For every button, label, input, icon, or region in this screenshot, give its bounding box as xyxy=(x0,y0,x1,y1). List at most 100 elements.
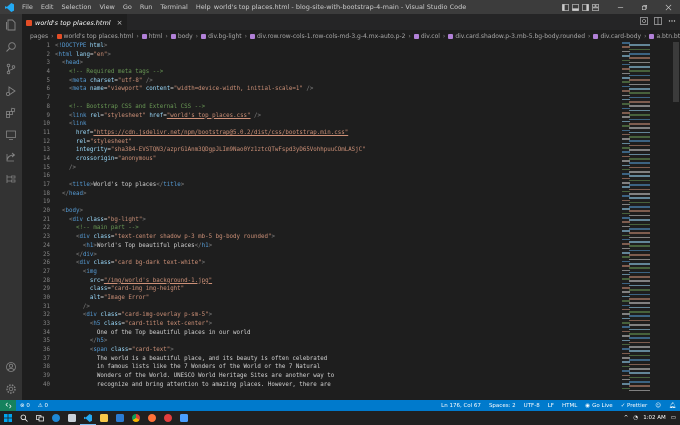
scrollbar-thumb[interactable] xyxy=(673,42,679,102)
menu-file[interactable]: File xyxy=(18,0,37,14)
firefox-browser-icon[interactable] xyxy=(144,411,160,425)
minimap-line xyxy=(629,389,650,392)
minimap-line xyxy=(629,188,650,191)
breadcrumb-item[interactable]: div.card.shadow.p-3.mb-5.bg-body.rounded xyxy=(448,33,585,40)
taskbar-search-icon[interactable] xyxy=(16,411,32,425)
line-number: 2 xyxy=(46,51,51,58)
accounts-icon[interactable] xyxy=(0,356,22,378)
mail-app-icon[interactable] xyxy=(64,411,80,425)
vscode-taskbar-icon[interactable] xyxy=(80,411,96,425)
extensions-icon[interactable] xyxy=(0,102,22,124)
close-button[interactable] xyxy=(656,0,680,14)
breadcrumb-separator: › xyxy=(51,32,54,40)
breadcrumb: pages › world's top places.html › html › body ›… xyxy=(22,30,680,42)
menu-edit[interactable]: Edit xyxy=(37,0,58,14)
breadcrumb-item[interactable]: div.col xyxy=(413,33,440,40)
element-symbol-icon xyxy=(141,33,147,39)
code-editor[interactable]: 1 2 3 4 5 6 7 8 9 10 11 12 13 14 15 16 17 18 19 20 21 22 23 24 2… xyxy=(22,42,622,400)
line-number: 7 xyxy=(46,95,51,102)
breadcrumb-item[interactable]: div.card-body xyxy=(593,33,641,40)
status-prettier[interactable]: ✓ Prettier xyxy=(617,403,652,409)
network-icon[interactable]: ◔ xyxy=(633,415,638,421)
status-warnings[interactable]: ⚠ 0 xyxy=(34,403,52,409)
split-editor-icon[interactable] xyxy=(654,17,662,27)
tray-chevron-icon[interactable]: ^ xyxy=(624,415,629,421)
breadcrumb-separator: › xyxy=(442,32,446,40)
explorer-icon[interactable] xyxy=(0,14,22,36)
breadcrumb-item[interactable]: a.btn.btn-sm.btn-da xyxy=(649,33,680,40)
notifications-bell-icon[interactable]: 🔔︎ xyxy=(665,403,680,409)
menu-terminal[interactable]: Terminal xyxy=(156,0,191,14)
code-line: <span class="card-text"> xyxy=(89,347,174,354)
code-line: <h5 class="card-title text-center"> xyxy=(89,321,213,327)
action-center-icon[interactable]: ▭ xyxy=(671,415,676,421)
menu-selection[interactable]: Selection xyxy=(57,0,95,14)
menu-go[interactable]: Go xyxy=(119,0,136,14)
minimap-line xyxy=(629,131,650,134)
edge-browser-icon[interactable] xyxy=(48,411,64,425)
line-number: 34 xyxy=(43,329,50,336)
minimize-button[interactable] xyxy=(608,0,632,14)
app-icon[interactable] xyxy=(160,411,176,425)
store-app-icon[interactable] xyxy=(112,411,128,425)
line-number: 11 xyxy=(43,129,50,136)
toggle-secondary-sidebar-icon[interactable] xyxy=(580,0,590,14)
minimap-line xyxy=(629,284,650,287)
menu-help[interactable]: Help xyxy=(192,0,215,14)
remote-explorer-icon[interactable] xyxy=(0,124,22,146)
breadcrumb-item[interactable]: body xyxy=(170,33,193,40)
status-go-live[interactable]: ◉ Go Live xyxy=(581,403,616,409)
status-language[interactable]: HTML xyxy=(558,403,581,409)
code-line: in famous lists like the 7 Wonders of th… xyxy=(96,364,321,371)
breadcrumb-item[interactable]: pages xyxy=(30,33,48,40)
app-icon-2[interactable] xyxy=(176,411,192,425)
breadcrumb-item[interactable]: html xyxy=(141,33,162,40)
code-line: </div> xyxy=(75,251,97,258)
close-tab-icon[interactable]: × xyxy=(117,19,123,27)
line-number: 22 xyxy=(43,225,50,232)
minimap-line xyxy=(629,267,650,269)
clock[interactable]: 1:02 AM xyxy=(643,415,666,421)
status-eol[interactable]: LF xyxy=(544,403,558,409)
toggle-sidebar-icon[interactable] xyxy=(560,0,570,14)
line-number: 19 xyxy=(43,199,50,206)
run-debug-icon[interactable] xyxy=(0,80,22,102)
status-cursor-position[interactable]: Ln 176, Col 67 xyxy=(437,403,485,409)
menu-run[interactable]: Run xyxy=(136,0,156,14)
source-control-icon[interactable] xyxy=(0,58,22,80)
more-actions-icon[interactable] xyxy=(668,17,676,27)
status-encoding[interactable]: UTF-8 xyxy=(520,403,544,409)
feedback-icon[interactable]: ☺ xyxy=(651,403,665,409)
task-view-icon[interactable] xyxy=(32,411,48,425)
line-number: 20 xyxy=(43,208,50,215)
open-preview-icon[interactable] xyxy=(640,17,648,27)
breadcrumb-item[interactable]: div.row.row-cols-1.row-cols-md-3.g-4.mx-… xyxy=(250,33,405,40)
breadcrumb-item[interactable]: world's top places.html xyxy=(56,33,133,40)
editor-scrollbar[interactable] xyxy=(672,42,680,400)
windows-start-icon[interactable] xyxy=(0,411,16,425)
menu-view[interactable]: View xyxy=(95,0,118,14)
chrome-browser-icon[interactable] xyxy=(128,411,144,425)
breadcrumb-separator: › xyxy=(644,32,647,40)
minimap[interactable] xyxy=(622,42,672,400)
code-content[interactable]: <!DOCTYPE html> <html lang="en"> <head> … xyxy=(55,42,622,400)
status-errors[interactable]: ⊗ 0 xyxy=(16,403,34,409)
maximize-button[interactable] xyxy=(632,0,656,14)
tree-view-icon[interactable] xyxy=(0,168,22,190)
manage-gear-icon[interactable] xyxy=(0,378,22,400)
minimap-line xyxy=(629,101,650,103)
search-icon[interactable] xyxy=(0,36,22,58)
live-share-icon[interactable] xyxy=(0,146,22,168)
minimap-line xyxy=(629,354,650,357)
status-indentation[interactable]: Spaces: 2 xyxy=(485,403,520,409)
remote-indicator-icon[interactable] xyxy=(0,400,16,411)
customize-layout-icon[interactable] xyxy=(590,0,600,14)
tab-worlds-top-places[interactable]: world's top places.html × xyxy=(22,14,128,30)
html-file-icon xyxy=(56,33,62,39)
breadcrumb-item[interactable]: div.bg-light xyxy=(201,33,242,40)
file-explorer-icon[interactable] xyxy=(96,411,112,425)
line-number: 10 xyxy=(43,121,50,128)
toggle-panel-icon[interactable] xyxy=(570,0,580,14)
code-line: <div class="text-center shadow p-3 mb-5 … xyxy=(75,234,275,241)
